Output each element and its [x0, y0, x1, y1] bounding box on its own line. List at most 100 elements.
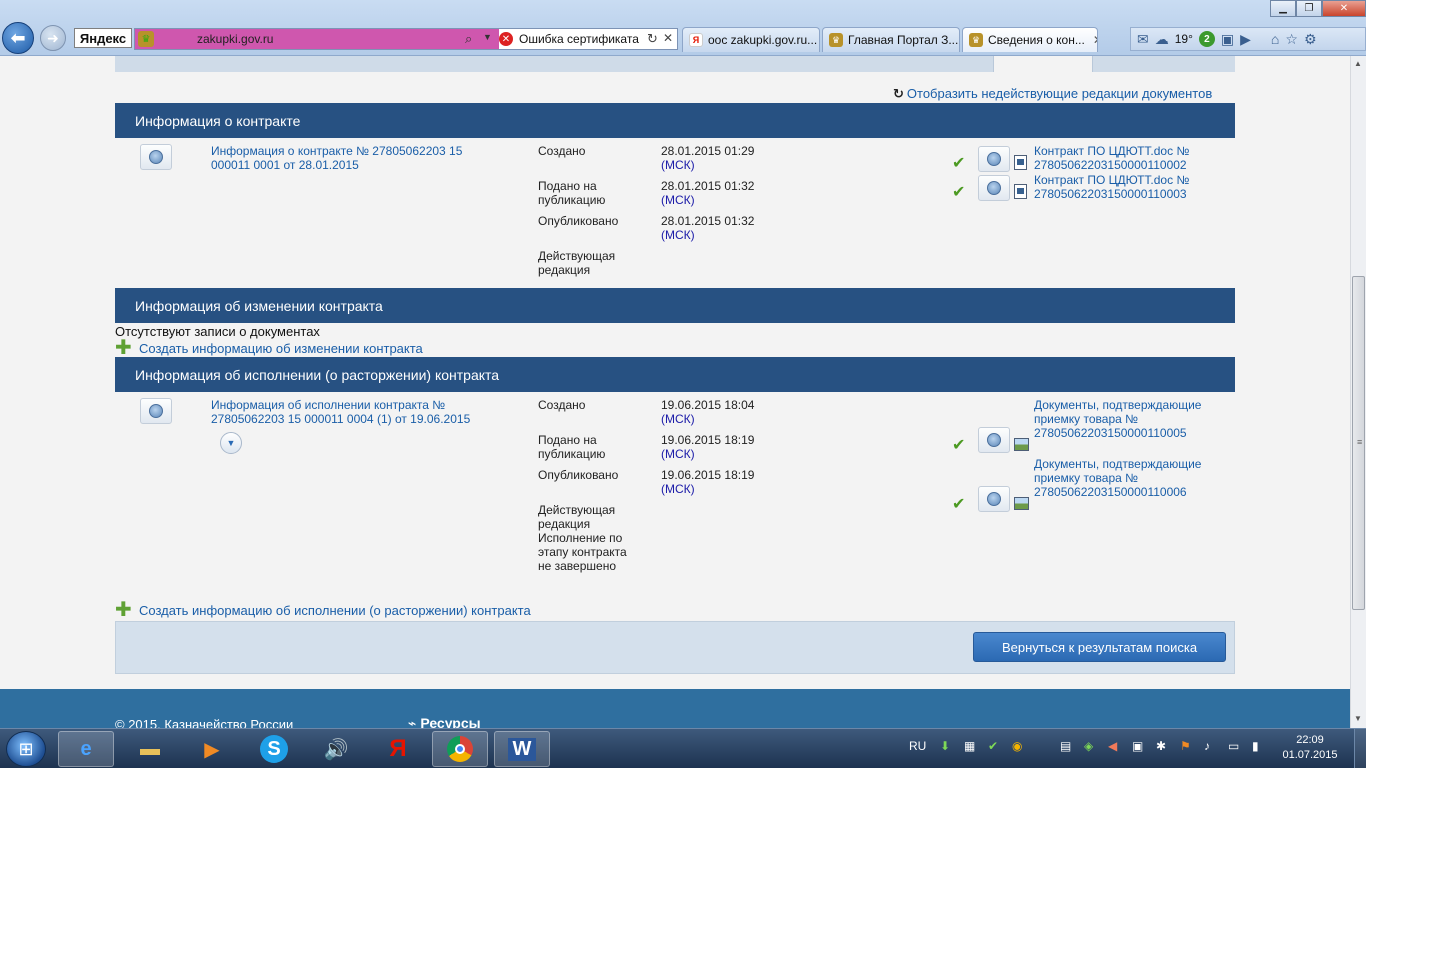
grip-icon: ≡: [1357, 437, 1363, 447]
create-execution-link[interactable]: Создать информацию об исполнении (о раст…: [139, 603, 531, 618]
field-label: Опубликовано: [538, 214, 619, 228]
mail-icon[interactable]: ✉: [1137, 31, 1149, 48]
section-title: Информация об изменении контракта: [135, 297, 383, 314]
refresh-icon[interactable]: ↻: [647, 31, 658, 47]
keyboard-icon[interactable]: ▤: [1060, 739, 1071, 753]
tab-portal[interactable]: ♛ Главная Портал З...: [822, 27, 960, 52]
contract-record-link[interactable]: Информация о контракте № 27805062203 15 …: [211, 144, 486, 172]
favorites-star-icon[interactable]: ☆: [1285, 31, 1298, 48]
app-tray-icon[interactable]: ◉: [1012, 739, 1022, 753]
chrome-icon: [447, 736, 473, 762]
security-icon[interactable]: ✔: [988, 739, 998, 753]
field-value-text: 28.01.2015 01:32: [661, 214, 755, 228]
vertical-scrollbar[interactable]: ▲ ≡ ▼: [1350, 56, 1366, 728]
stop-icon[interactable]: ✕: [663, 31, 673, 45]
section-title: Информация о контракте: [135, 112, 301, 129]
taskbar-chrome[interactable]: [432, 731, 488, 767]
signature-button[interactable]: [978, 427, 1010, 453]
refresh-icon: ↻: [893, 86, 904, 101]
flag-icon[interactable]: ⚑: [1180, 739, 1191, 753]
document-link[interactable]: Контракт ПО ЦДЮТТ.doc № 2780506220315000…: [1034, 173, 1214, 201]
tab-contract-info[interactable]: ♛ Сведения о кон... ✕: [962, 27, 1098, 52]
signature-button[interactable]: [978, 175, 1010, 201]
nvidia-icon[interactable]: ◈: [1084, 739, 1093, 753]
language-indicator[interactable]: RU: [909, 739, 926, 753]
address-bar[interactable]: ♛ zakupki.gov.ru ⌕ ▼ ✕ Ошибка сертификат…: [134, 28, 678, 50]
close-window-button[interactable]: ✕: [1322, 0, 1366, 17]
tab-label: Главная Портал З...: [848, 33, 959, 47]
field-label: Подано на публикацию: [538, 179, 606, 207]
display-icon[interactable]: ▣: [1132, 739, 1143, 753]
play-icon[interactable]: ▶: [1240, 31, 1251, 48]
seal-icon: [149, 404, 163, 418]
document-link[interactable]: Контракт ПО ЦДЮТТ.doc № 2780506220315000…: [1034, 144, 1214, 172]
bluetooth-icon[interactable]: ✱: [1156, 739, 1166, 753]
back-button[interactable]: ⬅: [2, 22, 34, 54]
bookmark-icon[interactable]: ▣: [1221, 31, 1234, 48]
network-icon[interactable]: ▦: [964, 739, 975, 753]
maximize-button[interactable]: ❐: [1296, 0, 1322, 17]
section-header-contract: Информация о контракте: [115, 103, 1235, 138]
volume-mute-icon[interactable]: ◀: [1108, 739, 1117, 753]
url-text[interactable]: zakupki.gov.ru: [197, 32, 273, 46]
show-desktop-button[interactable]: [1354, 729, 1366, 768]
signature-button[interactable]: [978, 146, 1010, 172]
signature-button[interactable]: [978, 486, 1010, 512]
scroll-thumb[interactable]: ≡: [1352, 276, 1365, 610]
notification-badge[interactable]: 2: [1198, 31, 1215, 47]
document-link[interactable]: Документы, подтверждающие приемку товара…: [1034, 457, 1214, 499]
scroll-up-icon[interactable]: ▲: [1354, 59, 1362, 68]
show-inactive-link[interactable]: ↻ Отобразить недействующие редакции докум…: [893, 86, 1212, 102]
record-print-button[interactable]: [140, 144, 172, 170]
browser-chrome: ▁ ❐ ✕ ⬅ ➜ Яндекс ♛ zakupki.gov.ru ⌕ ▼ ✕ …: [0, 0, 1366, 56]
chevron-down-icon: ▼: [226, 438, 236, 448]
speaker-icon[interactable]: ♪: [1204, 739, 1210, 753]
taskbar-sound[interactable]: 🔊: [308, 731, 364, 767]
cert-error-text[interactable]: Ошибка сертификата: [519, 32, 639, 46]
search-icon[interactable]: ⌕: [465, 31, 472, 47]
taskbar-word[interactable]: W: [494, 731, 550, 767]
taskbar-yandex[interactable]: Я: [370, 731, 426, 767]
document-link[interactable]: Документы, подтверждающие приемку товара…: [1034, 398, 1214, 440]
execution-record-link[interactable]: Информация об исполнении контракта № 278…: [211, 398, 486, 426]
system-clock[interactable]: 22:09 01.07.2015: [1280, 733, 1340, 763]
section-header-change: Информация об изменении контракта: [115, 288, 1235, 323]
record-print-button[interactable]: [140, 398, 172, 424]
monitor-icon[interactable]: ▭: [1228, 739, 1239, 753]
yandex-logo[interactable]: Яндекс: [74, 28, 132, 48]
timezone-label: (МСК): [661, 412, 695, 426]
chevron-down-icon[interactable]: ▼: [483, 32, 492, 42]
field-value: 28.01.2015 01:32 (МСК): [661, 214, 754, 242]
minimize-button[interactable]: ▁: [1270, 0, 1296, 17]
taskbar-ie[interactable]: e: [58, 731, 114, 767]
field-value-text: 28.01.2015 01:29: [661, 144, 755, 158]
plus-icon: ✚: [115, 599, 132, 621]
taskbar-skype[interactable]: S: [246, 731, 302, 767]
weather-icon[interactable]: ☁: [1155, 31, 1169, 48]
weather-temp[interactable]: 19°: [1175, 32, 1193, 46]
create-change-link[interactable]: Создать информацию об изменении контракт…: [139, 341, 423, 356]
taskbar-explorer[interactable]: ▬: [122, 731, 178, 767]
start-button[interactable]: ⊞: [6, 731, 46, 767]
home-icon[interactable]: ⌂: [1271, 31, 1279, 47]
clock-time: 22:09: [1296, 734, 1324, 746]
gear-icon[interactable]: ⚙: [1304, 31, 1317, 48]
tab-close-icon[interactable]: ✕: [1093, 33, 1097, 47]
forward-button[interactable]: ➜: [40, 25, 66, 51]
timezone-label: (МСК): [661, 193, 695, 207]
taskbar-media[interactable]: ▶: [184, 731, 240, 767]
tab-zakupki[interactable]: Я оос zakupki.gov.ru...: [682, 27, 820, 52]
expand-button[interactable]: ▼: [220, 432, 242, 454]
checkmark-icon: ✔: [952, 184, 966, 201]
download-icon[interactable]: ⬇: [940, 739, 950, 753]
scroll-down-icon[interactable]: ▼: [1354, 714, 1362, 723]
field-value: 19.06.2015 18:04 (МСК): [661, 398, 754, 426]
power-icon[interactable]: ▮: [1252, 739, 1259, 753]
tab-documents-active[interactable]: [993, 56, 1093, 72]
return-to-search-button[interactable]: Вернуться к результатам поиска: [973, 632, 1226, 662]
field-value-text: 19.06.2015 18:19: [661, 433, 755, 447]
media-player-icon: ▶: [204, 738, 220, 761]
resources-link[interactable]: ⌁ Ресурсы: [408, 715, 481, 728]
cert-error-icon[interactable]: ✕: [499, 32, 513, 46]
browser-toolbar-right: ✉ ☁ 19° 2 ▣ ▶ ⌂ ☆ ⚙: [1130, 27, 1366, 51]
